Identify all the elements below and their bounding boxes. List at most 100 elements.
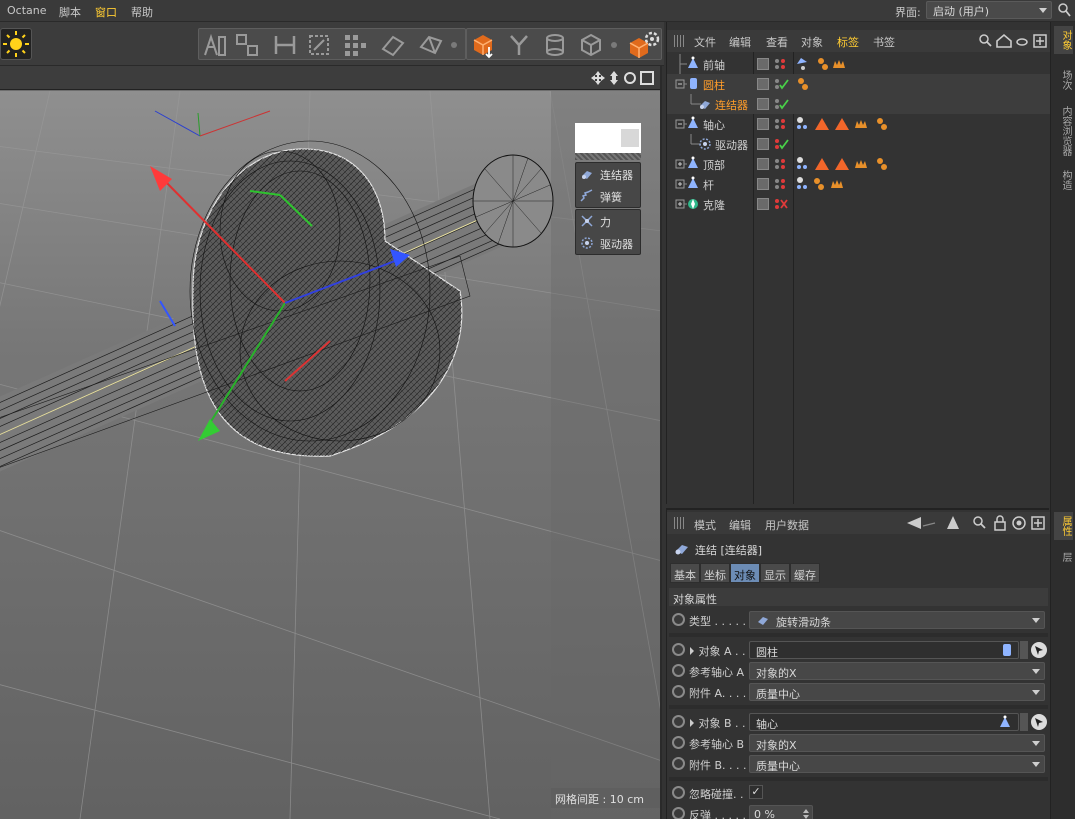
visibility-toggle[interactable]: [757, 138, 769, 150]
panel-grip-icon[interactable]: [674, 35, 686, 47]
visibility-toggle[interactable]: [757, 158, 769, 170]
object-name[interactable]: 克隆: [703, 197, 725, 213]
object-row-connector[interactable]: 连结器: [667, 94, 1050, 114]
visibility-toggle[interactable]: [757, 178, 769, 190]
om-header-icons[interactable]: [978, 32, 1048, 50]
animate-radio[interactable]: [672, 786, 685, 799]
cylinder-shape-icon[interactable]: [541, 31, 569, 59]
subtab-display[interactable]: 显示: [760, 563, 790, 583]
orange-cube-settings-icon[interactable]: [627, 31, 661, 59]
am-header-icons[interactable]: [905, 514, 1049, 532]
boole-tool-icon[interactable]: [271, 31, 299, 59]
more-objects-icon[interactable]: [605, 31, 623, 59]
side-tab-structure[interactable]: 构造: [1054, 166, 1073, 194]
menu-octane[interactable]: Octane: [7, 4, 47, 17]
animate-radio[interactable]: [672, 643, 685, 656]
visibility-toggle[interactable]: [757, 78, 769, 90]
subtab-cache[interactable]: 缓存: [790, 563, 820, 583]
tag-icons[interactable]: [795, 76, 815, 92]
animate-radio[interactable]: [672, 807, 685, 819]
link-menu-arrow[interactable]: [1020, 713, 1028, 731]
render-dots-icon[interactable]: [773, 176, 789, 192]
panel-grip-icon[interactable]: [674, 517, 686, 529]
popup-item-connector[interactable]: 连结器: [576, 163, 640, 185]
ref-axis-b-select[interactable]: 对象的X: [749, 734, 1045, 752]
object-row-motor[interactable]: 驱动器: [667, 134, 1050, 154]
side-tab-content-browser[interactable]: 内容浏览器: [1054, 102, 1073, 160]
animate-radio[interactable]: [672, 736, 685, 749]
object-name[interactable]: 顶部: [703, 157, 725, 173]
om-tab-view[interactable]: 查看: [766, 34, 788, 50]
am-tab-edit[interactable]: 编辑: [729, 517, 751, 533]
link-menu-arrow[interactable]: [1020, 641, 1028, 659]
subtab-object[interactable]: 对象: [730, 563, 760, 583]
object-a-link-field[interactable]: 圆柱: [749, 641, 1019, 659]
ref-axis-a-select[interactable]: 对象的X: [749, 662, 1045, 680]
side-tab-attributes[interactable]: 属性: [1054, 512, 1073, 540]
om-tab-tags[interactable]: 标签: [837, 34, 859, 50]
object-row-pivot[interactable]: 轴心: [667, 114, 1050, 134]
attach-a-select[interactable]: 质量中心: [749, 683, 1045, 701]
tag-icons[interactable]: [795, 156, 895, 172]
viewport-nav-icons[interactable]: [590, 69, 660, 87]
pick-object-icon[interactable]: [1030, 713, 1048, 731]
search-icon[interactable]: [1057, 2, 1071, 18]
side-tab-objects[interactable]: 对象: [1054, 26, 1073, 54]
object-name[interactable]: 杆: [703, 177, 714, 193]
am-tab-user-data[interactable]: 用户数据: [765, 517, 809, 533]
stepper-arrows-icon[interactable]: [803, 808, 809, 819]
popup-item-spring[interactable]: 弹簧: [576, 185, 640, 207]
fracture-tool-icon[interactable]: [379, 31, 407, 59]
visibility-toggle[interactable]: [757, 98, 769, 110]
om-tab-edit[interactable]: 编辑: [729, 34, 751, 50]
animate-radio[interactable]: [672, 757, 685, 770]
object-name[interactable]: 圆柱: [703, 77, 725, 93]
object-row-front-axle[interactable]: 前轴: [667, 54, 1050, 74]
side-tab-layers[interactable]: 层: [1054, 548, 1073, 566]
pick-object-icon[interactable]: [1030, 641, 1048, 659]
render-dots-icon[interactable]: [773, 156, 789, 172]
animate-radio[interactable]: [672, 664, 685, 677]
object-row-cloner[interactable]: 克隆: [667, 194, 1050, 214]
animate-radio[interactable]: [672, 613, 685, 626]
menu-help[interactable]: 帮助: [131, 4, 153, 20]
ignore-collision-checkbox[interactable]: ✓: [749, 785, 763, 799]
cloner-tool-icon[interactable]: [341, 31, 369, 59]
instance-tool-icon[interactable]: [305, 31, 333, 59]
object-row-rod[interactable]: 杆: [667, 174, 1050, 194]
om-tab-bookmarks[interactable]: 书签: [873, 34, 895, 50]
attach-b-select[interactable]: 质量中心: [749, 755, 1045, 773]
render-dots-icon[interactable]: [773, 96, 789, 112]
render-dots-icon[interactable]: [773, 196, 789, 212]
popup-item-motor[interactable]: 驱动器: [576, 232, 640, 254]
y-shape-icon[interactable]: [505, 31, 533, 59]
render-dots-icon[interactable]: [773, 76, 789, 92]
cube-deformer-icon[interactable]: [469, 31, 497, 59]
expand-triangle-icon[interactable]: [689, 718, 695, 728]
popup-item-force[interactable]: 力: [576, 210, 640, 232]
type-select[interactable]: 旋转滑动条: [749, 611, 1045, 629]
visibility-toggle[interactable]: [757, 198, 769, 210]
menu-script[interactable]: 脚本: [59, 4, 81, 20]
object-name[interactable]: 前轴: [703, 57, 725, 73]
om-tab-file[interactable]: 文件: [694, 34, 716, 50]
object-name[interactable]: 连结器: [715, 97, 748, 113]
subtab-basic[interactable]: 基本: [670, 563, 700, 583]
animate-radio[interactable]: [672, 715, 685, 728]
cube-shape-icon[interactable]: [577, 31, 605, 59]
visibility-toggle[interactable]: [757, 58, 769, 70]
visibility-toggle[interactable]: [757, 118, 769, 130]
render-dots-icon[interactable]: [773, 56, 789, 72]
layout-select[interactable]: 启动 (用户): [926, 1, 1052, 19]
3d-viewport[interactable]: 连结器 弹簧 力 驱动器 网格间距 : 10 cm: [0, 66, 662, 819]
popup-drag-handle[interactable]: [575, 153, 641, 160]
object-name[interactable]: 轴心: [703, 117, 725, 133]
render-dots-icon[interactable]: [773, 136, 789, 152]
am-tab-mode[interactable]: 模式: [694, 517, 716, 533]
object-row-top[interactable]: 顶部: [667, 154, 1050, 174]
bounce-input[interactable]: 0 %: [749, 805, 813, 819]
tag-icons[interactable]: [795, 56, 855, 72]
render-sun-button[interactable]: [0, 28, 32, 60]
object-row-cylinder[interactable]: 圆柱: [667, 74, 1050, 94]
array-tool-icon[interactable]: [233, 31, 261, 59]
